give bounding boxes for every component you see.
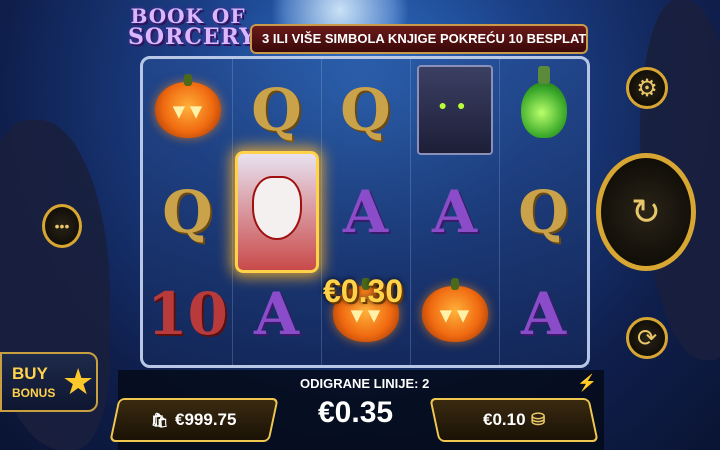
reel-4: ●● A ▾ ▾ [410,59,500,365]
logo-line-1: BOOK OF [130,4,246,28]
plague-mask [251,176,302,240]
black-cat-symbol-icon: ●● [416,65,493,155]
cat-eyes: ●● [438,97,476,113]
spin-button[interactable]: ↻ [596,153,696,271]
reel-4-cell-1: ●● [410,59,499,161]
spin-arrow-icon: ↻ [630,191,662,232]
reels-grid: ▾ ▾ Q 10 Q A Q A ▾ ▾ ●● A ▾ ▾ Q A [140,56,590,368]
reel-1-cell-3: 10 [143,263,232,365]
letter-symbol-Q: Q [340,76,391,144]
more-dots-icon: ••• [54,218,70,234]
reel-1-cell-2: Q [143,161,232,263]
pumpkin-face: ▾ ▾ [173,98,202,123]
total-bet-value: €0.35 [318,396,394,429]
buy-bonus-button[interactable]: BUY BONUS ★ [0,352,98,412]
star-icon: ★ [62,361,95,402]
reel-5-cell-3: A [499,263,588,365]
reel-5-cell-1 [499,59,588,161]
letter-symbol-Q: Q [162,178,213,246]
reel-2-cell-1: Q [232,59,321,161]
coin-value-selector[interactable]: €0.10 ⛁ [429,398,599,442]
letter-symbol-A: A [342,178,388,246]
balance-display[interactable]: 🛍 €999.75 [109,398,279,442]
gear-icon: ⚙ [636,74,658,102]
reel-4-cell-2: A [410,161,499,263]
reel-5-cell-2: Q [499,161,588,263]
win-amount: €0.30 [323,273,404,309]
letter-symbol-Q: Q [251,76,302,144]
plague-mask-wild-symbol-icon [234,151,319,273]
letter-symbol-A: A [431,178,477,246]
letter-symbol-10: 10 [147,280,228,348]
autoplay-icon: ⟳ [636,324,658,352]
reel-3: Q A ▾ ▾ [321,59,411,365]
autoplay-button[interactable]: ⟳ [626,317,668,359]
balance-value: €999.75 [175,410,237,429]
pumpkin-symbol-icon: ▾ ▾ [421,278,488,342]
info-banner: 3 ILI VIŠE SIMBOLA KNJIGE POKREĆU 10 BES… [250,24,588,54]
turbo-lightning-icon[interactable]: ⚡ [577,373,597,393]
reel-3-cell-1: Q [321,59,410,161]
played-lines-label: ODIGRANE LINIJE: 2 [300,376,430,391]
game-logo: BOOK OF SORCERY [128,4,256,56]
menu-button[interactable]: ••• [42,204,82,248]
reel-2: QA [232,59,322,365]
coin-value-text: €0.10 [482,410,526,429]
reel-2-cell-3: A [232,263,321,365]
game-stage: BOOK OF SORCERY 3 ILI VIŠE SIMBOLA KNJIG… [0,0,720,450]
letter-symbol-A: A [253,280,299,348]
buy-bonus-line-1: BUY [12,364,48,383]
reel-1: ▾ ▾ Q 10 [143,59,233,365]
reel-1-cell-1: ▾ ▾ [143,59,232,161]
bag-icon: 🛍 [151,411,170,428]
pumpkin-face: ▾ ▾ [440,302,469,327]
pumpkin-symbol-icon: ▾ ▾ [154,74,221,138]
letter-symbol-Q: Q [518,178,569,246]
settings-button[interactable]: ⚙ [626,67,668,109]
reel-3-cell-2: A [321,161,410,263]
buy-bonus-line-2: BONUS [12,386,56,400]
potion-symbol-icon [520,66,567,138]
reel-5: QA [499,59,589,365]
coin-stack-icon: ⛁ [531,410,546,429]
letter-symbol-A: A [520,280,566,348]
logo-line-2: SORCERY [128,24,256,50]
reel-4-cell-3: ▾ ▾ [410,263,499,365]
reel-2-cell-2 [232,151,321,273]
